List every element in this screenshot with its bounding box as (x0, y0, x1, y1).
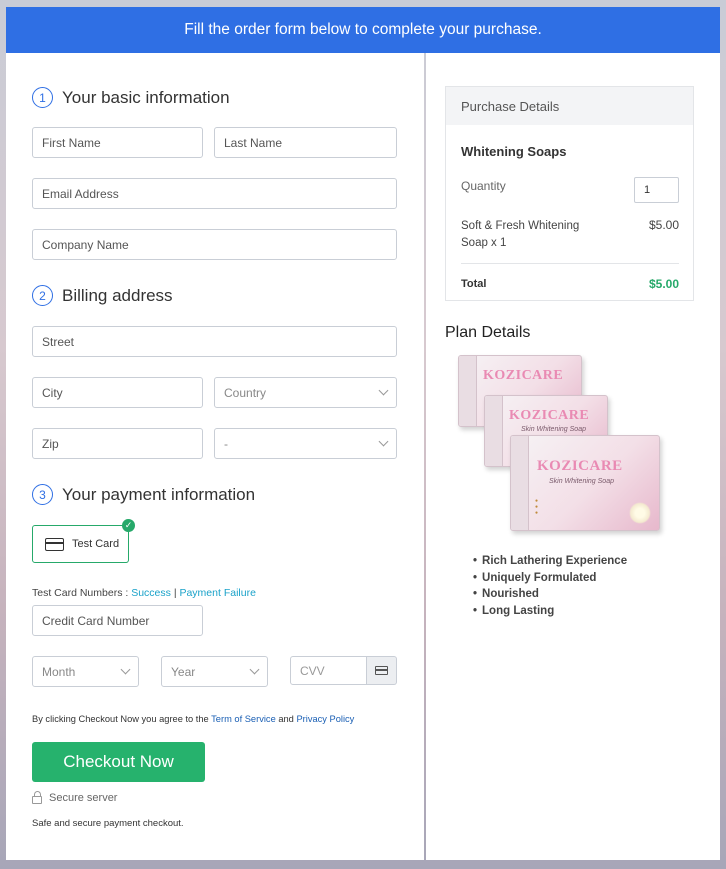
terms-text: By clicking Checkout Now you agree to th… (32, 714, 354, 724)
test-numbers-label: Test Card Numbers : (32, 587, 129, 599)
feature-item: Nourished (473, 586, 627, 603)
quantity-input[interactable]: 1 (634, 177, 679, 203)
step-number-2: 2 (32, 285, 53, 306)
purchase-details-box: Purchase Details Whitening Soaps Quantit… (445, 86, 694, 301)
lock-icon (32, 791, 42, 804)
line-item-label: Soft & Fresh Whitening Soap x 1 (461, 220, 580, 249)
feature-item: Long Lasting (473, 603, 627, 620)
terms-of-service-link[interactable]: Term of Service (211, 714, 276, 724)
privacy-policy-link[interactable]: Privacy Policy (296, 714, 354, 724)
product-image: KOZICARE KOZICARE Skin Whitening Soap KO… (458, 355, 663, 535)
cvv-input[interactable]: CVV (290, 656, 367, 685)
payment-failure-link[interactable]: Payment Failure (179, 587, 255, 599)
purchase-details-header: Purchase Details (446, 87, 693, 125)
success-link[interactable]: Success (131, 587, 171, 599)
total-value: $5.00 (648, 277, 679, 291)
soap-brand-text: KOZICARE (483, 368, 564, 383)
credit-card-icon (45, 537, 64, 551)
chevron-down-icon (378, 436, 389, 447)
country-select[interactable]: Country (214, 377, 397, 408)
chevron-down-icon (378, 385, 389, 396)
step-number-3: 3 (32, 484, 53, 505)
month-select[interactable]: Month (32, 656, 139, 687)
street-input[interactable]: Street (32, 326, 397, 357)
line-item-price: $5.00 (648, 218, 679, 232)
credit-card-icon (375, 666, 388, 675)
soap-subtitle-text: Skin Whitening Soap (521, 426, 586, 433)
first-name-input[interactable]: First Name (32, 127, 203, 158)
step-number-1: 1 (32, 87, 53, 108)
product-name: Whitening Soaps (461, 144, 567, 159)
month-select-value: Month (42, 664, 76, 679)
soap-bullets-decor: ● ● ● (535, 498, 539, 516)
secure-server-label: Secure server (49, 792, 118, 804)
company-input[interactable]: Company Name (32, 229, 397, 260)
secure-server: Secure server (32, 791, 118, 804)
check-icon: ✓ (122, 519, 135, 532)
year-select[interactable]: Year (161, 656, 268, 687)
cvv-help-button[interactable] (367, 656, 397, 685)
soap-box-front: KOZICARE Skin Whitening Soap ● ● ● (510, 435, 660, 531)
section-billing-title: Billing address (62, 285, 173, 305)
test-card-label: Test Card (72, 538, 120, 550)
terms-and: and (278, 714, 294, 724)
soap-brand-text: KOZICARE (509, 408, 590, 423)
test-card-numbers: Test Card Numbers : Success | Payment Fa… (32, 587, 256, 599)
checkout-now-button[interactable]: Checkout Now (32, 742, 205, 782)
chevron-down-icon (249, 664, 260, 675)
order-form-panel: 1 Your basic information First Name Last… (6, 53, 424, 860)
soap-brand-text: KOZICARE (537, 458, 623, 474)
country-select-value: Country (224, 385, 267, 400)
city-input[interactable]: City (32, 377, 203, 408)
flower-icon (629, 502, 651, 524)
plan-features-list: Rich Lathering Experience Uniquely Formu… (473, 553, 627, 619)
divider (461, 263, 679, 264)
zip-input[interactable]: Zip (32, 428, 203, 459)
state-select[interactable]: - (214, 428, 397, 459)
top-banner: Fill the order form below to complete yo… (6, 7, 720, 53)
total-label: Total (461, 278, 487, 290)
safe-payment-text: Safe and secure payment checkout. (32, 818, 184, 829)
feature-item: Uniquely Formulated (473, 570, 627, 587)
feature-item: Rich Lathering Experience (473, 553, 627, 570)
quantity-label: Quantity (461, 179, 506, 193)
soap-subtitle-text: Skin Whitening Soap (549, 478, 614, 485)
summary-panel: Purchase Details Whitening Soaps Quantit… (426, 53, 720, 860)
section-payment-title: Your payment information (62, 484, 256, 504)
last-name-input[interactable]: Last Name (214, 127, 397, 158)
section-payment: 3 Your payment information (32, 484, 255, 505)
plan-details-title: Plan Details (445, 324, 531, 341)
year-select-value: Year (171, 664, 196, 679)
section-billing: 2 Billing address (32, 285, 173, 306)
chevron-down-icon (120, 664, 131, 675)
credit-card-number-input[interactable]: Credit Card Number (32, 605, 203, 636)
terms-prefix: By clicking Checkout Now you agree to th… (32, 714, 209, 724)
section-basic-info: 1 Your basic information (32, 87, 230, 108)
state-select-value: - (224, 436, 228, 451)
link-separator: | (173, 587, 177, 599)
test-card-option[interactable]: Test Card ✓ (32, 519, 135, 563)
email-input[interactable]: Email Address (32, 178, 397, 209)
section-basic-title: Your basic information (62, 87, 230, 107)
